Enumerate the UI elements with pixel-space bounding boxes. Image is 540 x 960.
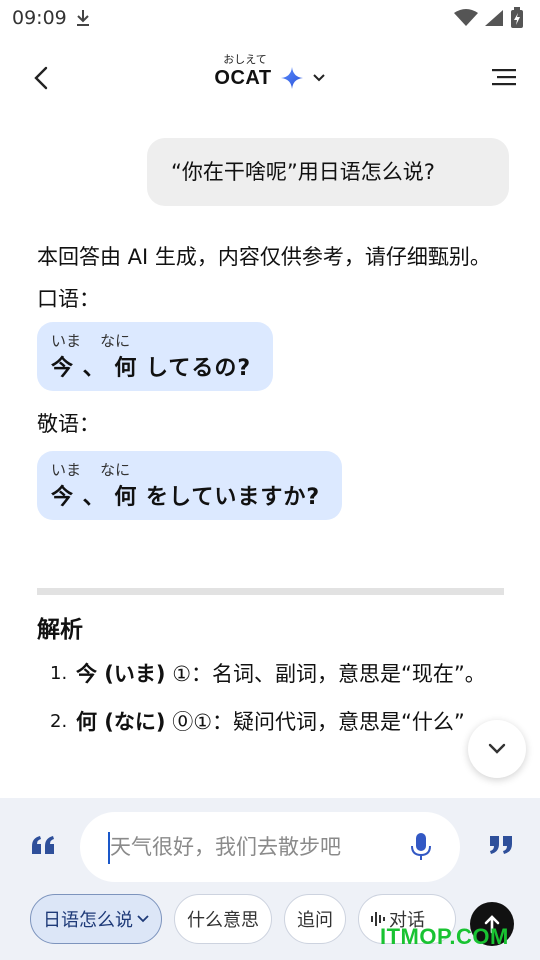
chip-label: 日语怎么说 bbox=[43, 910, 133, 931]
polite-ruby: いま なに bbox=[51, 461, 131, 479]
chip-follow-up[interactable]: 追问 bbox=[284, 894, 346, 944]
chip-label: 什么意思 bbox=[187, 910, 259, 931]
colloquial-phrase-bubble[interactable]: いま なに 今 、 何 してるの? bbox=[37, 322, 274, 391]
input-placeholder: 天气很好，我们去散步吧 bbox=[110, 835, 341, 859]
colloquial-ruby: いま なに bbox=[51, 332, 131, 350]
close-quote-icon[interactable] bbox=[486, 832, 514, 858]
polite-phrase: 今 、 何 をしていますか? bbox=[51, 485, 321, 510]
user-message-bubble: “你在干啥呢”用日语怎么说? bbox=[147, 138, 509, 206]
analysis-item: 2. 何 (なに) ⓪①：疑问代词，意思是“什么” bbox=[50, 703, 495, 741]
chevron-down-icon bbox=[137, 915, 149, 923]
status-right bbox=[454, 7, 524, 29]
colloquial-phrase: 今 、 何 してるの? bbox=[51, 356, 252, 381]
status-time: 09:09 bbox=[12, 7, 67, 29]
menu-icon[interactable] bbox=[492, 66, 518, 88]
watermark: ITMOP.COM bbox=[380, 924, 509, 949]
signal-icon bbox=[485, 10, 503, 26]
battery-icon bbox=[511, 7, 523, 28]
analysis-item-text: 今 (いま) ①：名词、副词，意思是“现在”。 bbox=[76, 655, 486, 693]
app-title-area[interactable]: おしえて OCAT bbox=[0, 54, 540, 90]
chip-how-to-say[interactable]: 日语怎么说 bbox=[30, 894, 162, 944]
colloquial-label: 口语： bbox=[37, 287, 100, 311]
title-row[interactable]: OCAT bbox=[214, 66, 325, 90]
title-ruby: おしえて bbox=[223, 53, 267, 66]
analysis-term: 何 (なに) bbox=[76, 710, 166, 734]
analysis-item: 1. 今 (いま) ①：名词、副词，意思是“现在”。 bbox=[50, 655, 495, 693]
analysis-term: 今 (いま) bbox=[76, 662, 166, 686]
analysis-title: 解析 bbox=[37, 617, 83, 643]
chip-label: 追问 bbox=[297, 910, 333, 931]
polite-phrase-bubble[interactable]: いま なに 今 、 何 をしていますか? bbox=[37, 451, 343, 520]
microphone-icon[interactable] bbox=[410, 832, 432, 862]
wifi-icon bbox=[454, 9, 478, 26]
polite-label: 敬语： bbox=[37, 412, 100, 436]
scroll-down-button[interactable] bbox=[468, 720, 526, 778]
chevron-down-icon[interactable] bbox=[312, 73, 326, 83]
app-title: OCAT bbox=[214, 66, 272, 89]
chevron-down-icon bbox=[488, 743, 506, 754]
download-icon bbox=[76, 10, 89, 26]
sparkle-icon bbox=[280, 67, 303, 89]
analysis-desc: ①：名词、副词，意思是“现在”。 bbox=[165, 662, 486, 686]
section-divider bbox=[37, 588, 504, 595]
status-bar: 09:09 bbox=[0, 0, 540, 36]
message-input[interactable]: 天气很好，我们去散步吧 bbox=[80, 812, 460, 882]
chip-meaning[interactable]: 什么意思 bbox=[174, 894, 272, 944]
analysis-item-text: 何 (なに) ⓪①：疑问代词，意思是“什么” bbox=[76, 703, 465, 741]
open-quote-icon[interactable] bbox=[30, 832, 58, 858]
ai-disclaimer: 本回答由 AI 生成，内容仅供参考，请仔细甄别。 bbox=[37, 245, 491, 269]
status-left: 09:09 bbox=[12, 7, 91, 29]
app-header: おしえて OCAT bbox=[0, 48, 540, 108]
analysis-item-number: 1. bbox=[50, 663, 68, 684]
analysis-desc: ⓪①：疑问代词，意思是“什么” bbox=[165, 710, 465, 734]
analysis-item-number: 2. bbox=[50, 711, 68, 732]
ai-response: 本回答由 AI 生成，内容仅供参考，请仔细甄别。 口语： いま なに 今 、 何… bbox=[37, 238, 507, 520]
analysis-list: 1. 今 (いま) ①：名词、副词，意思是“现在”。 2. 何 (なに) ⓪①：… bbox=[50, 655, 495, 751]
